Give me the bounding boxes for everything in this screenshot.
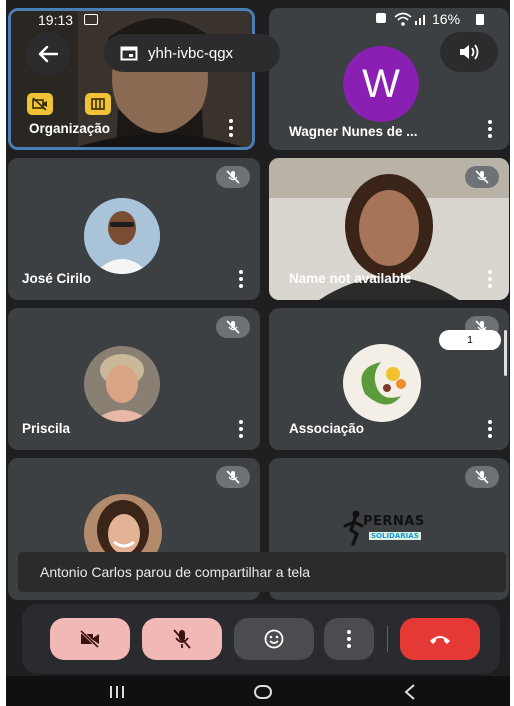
calendar-icon bbox=[120, 46, 138, 61]
logo-text-secondary: SOLIDARIAS bbox=[369, 532, 421, 540]
mic-off-icon bbox=[173, 629, 191, 649]
participant-tile-priscila[interactable]: Priscila bbox=[8, 308, 260, 450]
layout-indicator bbox=[85, 93, 111, 115]
reactions-button[interactable] bbox=[234, 618, 314, 660]
battery-icon bbox=[476, 14, 484, 25]
meet-call-screen: Organização W Wagner Nunes de ... 19:13 … bbox=[6, 0, 510, 706]
speaker-button[interactable] bbox=[440, 32, 498, 72]
call-end-icon bbox=[430, 636, 450, 644]
unread-count-badge[interactable]: 1 bbox=[439, 330, 501, 350]
more-vert-icon[interactable] bbox=[485, 268, 495, 290]
more-vert-icon[interactable] bbox=[485, 418, 495, 440]
camera-off-indicator bbox=[27, 93, 53, 115]
back-button[interactable] bbox=[26, 32, 70, 76]
participant-name: Priscila bbox=[22, 421, 71, 436]
avatar bbox=[84, 346, 160, 422]
mic-toggle-button[interactable] bbox=[142, 618, 222, 660]
participant-tile-associacao[interactable]: Associação 1 bbox=[269, 308, 509, 450]
battery-level: 16% bbox=[432, 11, 461, 27]
runner-logo-icon bbox=[343, 510, 364, 546]
system-navigation-bar bbox=[6, 676, 510, 706]
participant-name: Name not available bbox=[289, 271, 412, 286]
more-vert-icon[interactable] bbox=[236, 268, 246, 290]
more-options-button[interactable] bbox=[324, 618, 374, 660]
emoji-icon bbox=[264, 629, 284, 649]
end-call-button[interactable] bbox=[400, 618, 480, 660]
mic-off-icon bbox=[475, 470, 489, 484]
participant-name: Wagner Nunes de ... bbox=[289, 124, 418, 139]
meeting-code: yhh-ivbc-qgx bbox=[148, 44, 234, 62]
signal-icon bbox=[415, 15, 425, 25]
toast-message: Antonio Carlos parou de compartilhar a t… bbox=[40, 564, 311, 580]
mic-off-badge bbox=[216, 316, 250, 338]
mic-off-icon bbox=[226, 320, 240, 334]
participant-name: Organização bbox=[29, 121, 111, 136]
toast-notification: Antonio Carlos parou de compartilhar a t… bbox=[18, 552, 506, 592]
recent-apps-icon[interactable] bbox=[110, 686, 124, 698]
clock: 19:13 bbox=[38, 12, 74, 28]
camera-toggle-button[interactable] bbox=[50, 618, 130, 660]
cast-icon bbox=[84, 14, 98, 25]
volume-icon bbox=[460, 44, 479, 60]
back-nav-icon[interactable] bbox=[404, 684, 416, 700]
unread-count: 1 bbox=[467, 334, 473, 346]
more-vert-icon[interactable] bbox=[236, 418, 246, 440]
more-vert-icon[interactable] bbox=[226, 117, 236, 139]
controls-divider bbox=[387, 626, 388, 652]
organization-logo: PERNAS SOLIDARIAS bbox=[343, 510, 453, 548]
avatar-circle: W bbox=[343, 46, 419, 122]
videocam-off-icon bbox=[79, 630, 100, 648]
avatar: W bbox=[343, 46, 419, 122]
more-vert-icon bbox=[347, 630, 351, 648]
mic-off-badge bbox=[216, 166, 250, 188]
more-vert-icon[interactable] bbox=[485, 118, 495, 140]
home-icon[interactable] bbox=[254, 685, 272, 699]
participant-tile-name-not-available[interactable]: Name not available bbox=[269, 158, 509, 300]
mic-off-icon bbox=[475, 170, 489, 184]
status-bar: 19:13 16% bbox=[6, 0, 510, 38]
logo-text-primary: PERNAS bbox=[363, 514, 425, 529]
avatar bbox=[343, 344, 421, 422]
mic-off-badge bbox=[465, 166, 499, 188]
alarm-icon bbox=[376, 13, 386, 23]
mic-off-badge bbox=[465, 466, 499, 488]
avatar bbox=[84, 198, 160, 274]
participant-tile-jose-cirilo[interactable]: José Cirilo bbox=[8, 158, 260, 300]
mic-off-icon bbox=[226, 170, 240, 184]
mic-off-badge bbox=[216, 466, 250, 488]
participant-name: José Cirilo bbox=[22, 271, 92, 286]
mic-off-icon bbox=[226, 470, 240, 484]
participant-name: Associação bbox=[289, 421, 365, 436]
scrollbar[interactable] bbox=[504, 330, 507, 376]
wifi-icon bbox=[394, 12, 412, 26]
arrow-back-icon bbox=[38, 45, 58, 63]
meeting-code-chip[interactable]: yhh-ivbc-qgx bbox=[104, 34, 280, 72]
